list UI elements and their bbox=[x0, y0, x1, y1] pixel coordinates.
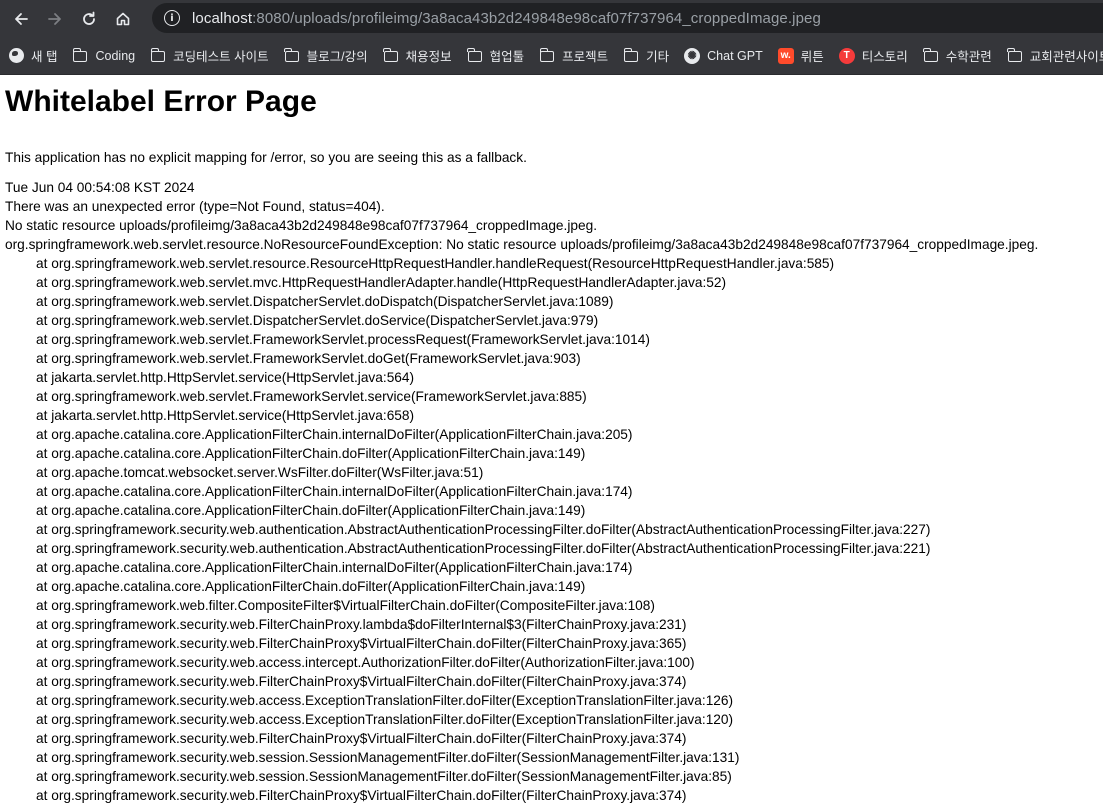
bookmark-item[interactable]: 새 탭 bbox=[8, 46, 57, 65]
stack-trace-line: at org.springframework.web.servlet.Frame… bbox=[36, 332, 650, 347]
stack-trace-line: at org.apache.catalina.core.ApplicationF… bbox=[36, 446, 586, 461]
address-bar[interactable]: i localhost:8080/uploads/profileimg/3a8a… bbox=[152, 3, 1103, 33]
bookmark-label: 교회관련사이트 bbox=[1029, 50, 1103, 64]
stack-trace-line: at org.springframework.security.web.acce… bbox=[36, 693, 734, 708]
exception-line: org.springframework.web.servlet.resource… bbox=[5, 237, 1039, 252]
stack-trace-line: at org.springframework.security.web.acce… bbox=[36, 655, 695, 670]
bookmark-label: 협업툴 bbox=[489, 50, 525, 64]
stack-trace-line: at org.springframework.security.web.acce… bbox=[36, 712, 734, 727]
site-info-icon[interactable]: i bbox=[164, 10, 180, 26]
page-title: Whitelabel Error Page bbox=[5, 85, 317, 118]
bookmark-item[interactable]: 협업툴 bbox=[467, 46, 525, 65]
stack-trace-line: at org.apache.tomcat.websocket.server.Ws… bbox=[36, 465, 484, 480]
stack-trace-line: at org.springframework.web.servlet.Dispa… bbox=[36, 294, 614, 309]
wrtn-icon: w. bbox=[777, 47, 794, 64]
stack-trace-line: at org.apache.catalina.core.ApplicationF… bbox=[36, 503, 586, 518]
reload-icon[interactable] bbox=[72, 2, 106, 36]
fallback-notice: This application has no explicit mapping… bbox=[5, 150, 527, 165]
bookmark-item[interactable]: 프로젝트 bbox=[539, 46, 608, 65]
bookmark-item[interactable]: Coding bbox=[72, 48, 135, 64]
bookmark-label: 뤼튼 bbox=[800, 50, 824, 64]
forward-arrow-icon[interactable] bbox=[38, 2, 72, 36]
bookmark-item[interactable]: T 티스토리 bbox=[838, 46, 908, 65]
stack-trace: at org.springframework.web.servlet.resou… bbox=[5, 254, 1103, 803]
error-status-line: There was an unexpected error (type=Not … bbox=[5, 199, 385, 214]
bookmark-item[interactable]: 채용정보 bbox=[383, 46, 452, 65]
folder-icon bbox=[1007, 48, 1023, 64]
bookmark-label: 코딩테스트 사이트 bbox=[173, 50, 269, 64]
bookmark-item[interactable]: 수학관련 bbox=[923, 46, 992, 65]
bookmark-label: 수학관련 bbox=[945, 50, 992, 64]
stack-trace-line: at org.springframework.security.web.Filt… bbox=[36, 617, 687, 632]
url-text: localhost:8080/uploads/profileimg/3a8aca… bbox=[192, 10, 821, 27]
stack-trace-line: at org.apache.catalina.core.ApplicationF… bbox=[36, 427, 633, 442]
bookmark-label: 채용정보 bbox=[405, 50, 452, 64]
browser-toolbar: i localhost:8080/uploads/profileimg/3a8a… bbox=[0, 0, 1103, 37]
stack-trace-line: at org.springframework.security.web.Filt… bbox=[36, 731, 687, 746]
folder-icon bbox=[923, 48, 939, 64]
stack-trace-line: at org.springframework.security.web.Filt… bbox=[36, 674, 687, 689]
folder-icon bbox=[284, 48, 300, 64]
bookmark-label: 프로젝트 bbox=[562, 50, 609, 64]
stack-trace-line: at org.springframework.web.filter.Compos… bbox=[36, 598, 655, 613]
stack-trace-line: at org.apache.catalina.core.ApplicationF… bbox=[36, 579, 586, 594]
folder-icon bbox=[467, 48, 483, 64]
chatgpt-icon: ✺ bbox=[684, 47, 701, 64]
error-details: Tue Jun 04 00:54:08 KST 2024 There was a… bbox=[5, 178, 1103, 803]
bookmark-label: 새 탭 bbox=[31, 50, 58, 64]
bookmark-item[interactable]: 기타 bbox=[623, 46, 669, 65]
error-page: Whitelabel Error Page This application h… bbox=[5, 75, 1103, 803]
stack-trace-line: at jakarta.servlet.http.HttpServlet.serv… bbox=[36, 370, 415, 385]
bookmark-label: 티스토리 bbox=[861, 50, 908, 64]
folder-icon bbox=[383, 48, 399, 64]
bookmark-label: 기타 bbox=[646, 50, 670, 64]
bookmark-label: Chat GPT bbox=[707, 48, 763, 63]
stack-trace-line: at org.apache.catalina.core.ApplicationF… bbox=[36, 484, 633, 499]
home-icon[interactable] bbox=[106, 2, 140, 36]
folder-icon bbox=[539, 48, 555, 64]
stack-trace-line: at org.apache.catalina.core.ApplicationF… bbox=[36, 560, 633, 575]
stack-trace-line: at org.springframework.security.web.auth… bbox=[36, 541, 931, 556]
bookmarks-bar: 새 탭 Coding 코딩테스트 사이트 블로그/강의 채용정보 협업툴 프로젝트 기타 ✺ Ch… bbox=[0, 37, 1103, 75]
bookmark-item[interactable]: 교회관련사이트 bbox=[1007, 46, 1103, 65]
bookmark-label: Coding bbox=[95, 48, 136, 63]
url-path: :8080/uploads/profileimg/3a8aca43b2d2498… bbox=[252, 9, 821, 27]
back-arrow-icon[interactable] bbox=[4, 2, 38, 36]
bookmark-item[interactable]: w. 뤼튼 bbox=[777, 46, 824, 65]
tistory-icon: T bbox=[838, 47, 855, 64]
url-host: localhost bbox=[192, 9, 253, 27]
globe-icon bbox=[8, 48, 24, 64]
folder-icon bbox=[150, 48, 166, 64]
stack-trace-line: at org.springframework.security.web.Filt… bbox=[36, 636, 687, 651]
stack-trace-line: at org.springframework.web.servlet.Frame… bbox=[36, 351, 581, 366]
folder-icon bbox=[623, 48, 639, 64]
stack-trace-line: at org.springframework.web.servlet.Frame… bbox=[36, 389, 587, 404]
stack-trace-line: at org.springframework.web.servlet.mvc.H… bbox=[36, 275, 727, 290]
bookmark-label: 블로그/강의 bbox=[306, 50, 368, 64]
error-message: No static resource uploads/profileimg/3a… bbox=[5, 218, 598, 233]
stack-trace-line: at org.springframework.web.servlet.resou… bbox=[36, 256, 835, 271]
stack-trace-line: at org.springframework.security.web.sess… bbox=[36, 769, 732, 784]
stack-trace-line: at jakarta.servlet.http.HttpServlet.serv… bbox=[36, 408, 415, 423]
folder-icon bbox=[72, 48, 88, 64]
bookmark-item[interactable]: ✺ Chat GPT bbox=[684, 47, 763, 64]
stack-trace-line: at org.springframework.security.web.auth… bbox=[36, 522, 931, 537]
stack-trace-line: at org.springframework.security.web.Filt… bbox=[36, 788, 687, 803]
stack-trace-line: at org.springframework.security.web.sess… bbox=[36, 750, 740, 765]
stack-trace-line: at org.springframework.web.servlet.Dispa… bbox=[36, 313, 599, 328]
bookmark-item[interactable]: 코딩테스트 사이트 bbox=[150, 46, 269, 65]
bookmark-item[interactable]: 블로그/강의 bbox=[284, 46, 368, 65]
error-timestamp: Tue Jun 04 00:54:08 KST 2024 bbox=[5, 180, 195, 195]
